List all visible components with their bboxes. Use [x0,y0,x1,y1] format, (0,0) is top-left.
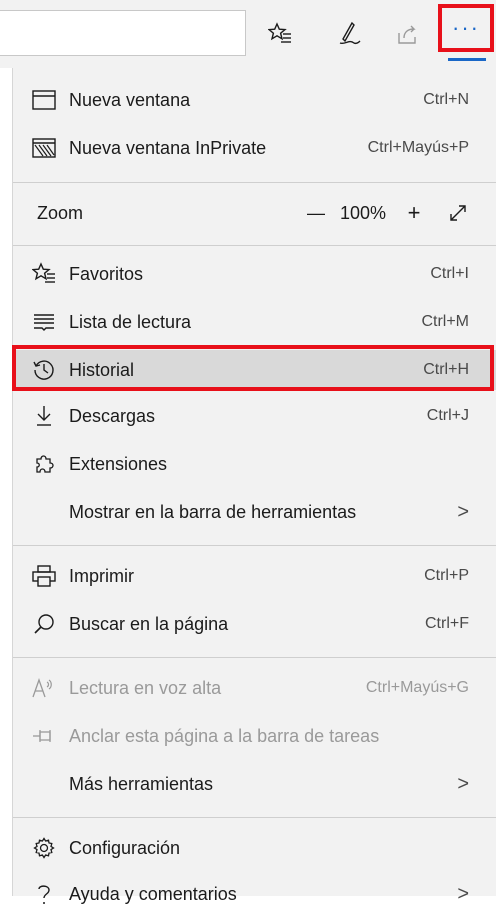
menu-item-label: Lista de lectura [69,311,192,332]
fullscreen-icon[interactable] [443,204,473,222]
menu-item-label: Historial [69,359,135,380]
menu-item-label: Buscar en la página [69,613,229,634]
zoom-in-label: + [407,200,421,225]
menu-item-pin-to-taskbar: Anclar esta página a la barra de tareas [13,716,496,756]
menu-item-label: Favoritos [69,263,144,284]
menu-item-label: Imprimir [69,565,134,586]
favorites-star-icon [29,259,59,289]
window-icon [29,85,59,115]
menu-item-label: Nueva ventana InPrivate [69,137,267,158]
menu-item-print[interactable]: Imprimir Ctrl+P [13,556,496,596]
zoom-value: 100% [339,202,387,223]
menu-divider [13,545,496,546]
browser-toolbar: ··· [0,0,496,68]
zoom-out-label: — [307,202,325,223]
menu-item-extensions[interactable]: Extensiones [13,444,496,484]
settings-menu: Nueva ventana Ctrl+N Nueva ventana InPri… [12,68,496,905]
read-aloud-icon [29,673,59,703]
menu-item-reading-list[interactable]: Lista de lectura Ctrl+M [13,302,496,342]
menu-item-shortcut: Ctrl+Mayús+G [365,679,469,696]
menu-item-shortcut: Ctrl+J [426,407,469,424]
puzzle-extensions-icon [29,449,59,479]
question-mark-icon [29,879,59,909]
menu-item-label: Más herramientas [69,773,214,794]
pen-icon[interactable] [330,16,370,52]
menu-divider [13,817,496,818]
menu-item-label: Ayuda y comentarios [69,883,237,904]
menu-divider [13,245,496,246]
inprivate-window-icon [29,133,59,163]
menu-divider [13,657,496,658]
menu-item-new-inprivate-window[interactable]: Nueva ventana InPrivate Ctrl+Mayús+P [13,128,496,168]
menu-item-find-on-page[interactable]: Buscar en la página Ctrl+F [13,604,496,644]
menu-item-history[interactable]: Historial Ctrl+H [13,350,496,390]
menu-item-label: Configuración [69,837,181,858]
active-indicator [448,58,486,61]
menu-item-label: Nueva ventana [69,89,191,110]
menu-item-help-feedback[interactable]: Ayuda y comentarios > [13,874,496,914]
menu-item-shortcut: Ctrl+Mayús+P [367,139,469,156]
reading-list-icon [29,307,59,337]
menu-item-shortcut: Ctrl+I [430,265,469,282]
menu-item-downloads[interactable]: Descargas Ctrl+J [13,396,496,436]
zoom-level: 100% [335,203,391,224]
chevron-right-icon: > [457,500,469,523]
history-clock-icon [29,355,59,385]
menu-item-new-window[interactable]: Nueva ventana Ctrl+N [13,80,496,120]
more-label: ··· [452,15,480,40]
search-icon [29,609,59,639]
zoom-label: Zoom [37,202,84,223]
printer-icon [29,561,59,591]
menu-item-label: Mostrar en la barra de herramientas [69,501,357,522]
address-bar[interactable] [0,10,246,56]
zoom-out-button[interactable]: — [301,203,331,224]
share-icon[interactable] [388,16,428,52]
menu-item-show-in-toolbar[interactable]: Mostrar en la barra de herramientas > [13,492,496,532]
menu-item-label: Descargas [69,405,156,426]
menu-item-label: Extensiones [69,453,168,474]
menu-item-shortcut: Ctrl+N [423,91,469,108]
menu-item-zoom: Zoom — 100% + [13,193,496,233]
menu-item-read-aloud: Lectura en voz alta Ctrl+Mayús+G [13,668,496,708]
menu-item-more-tools[interactable]: Más herramientas > [13,764,496,804]
chevron-right-icon: > [457,772,469,795]
download-arrow-icon [29,401,59,431]
menu-item-label: Anclar esta página a la barra de tareas [69,725,380,746]
gear-icon [29,833,59,863]
menu-divider [13,182,496,183]
zoom-in-button[interactable]: + [399,200,429,226]
menu-item-favorites[interactable]: Favoritos Ctrl+I [13,254,496,294]
pin-icon [29,721,59,751]
menu-item-settings[interactable]: Configuración [13,828,496,868]
menu-item-shortcut: Ctrl+M [421,313,469,330]
menu-item-label: Lectura en voz alta [69,677,222,698]
more-actions-button[interactable]: ··· [438,4,494,52]
menu-item-shortcut: Ctrl+P [424,567,469,584]
menu-item-shortcut: Ctrl+H [423,361,469,378]
favorites-star-icon[interactable] [260,16,300,52]
chevron-right-icon: > [457,882,469,905]
menu-item-shortcut: Ctrl+F [425,615,469,632]
